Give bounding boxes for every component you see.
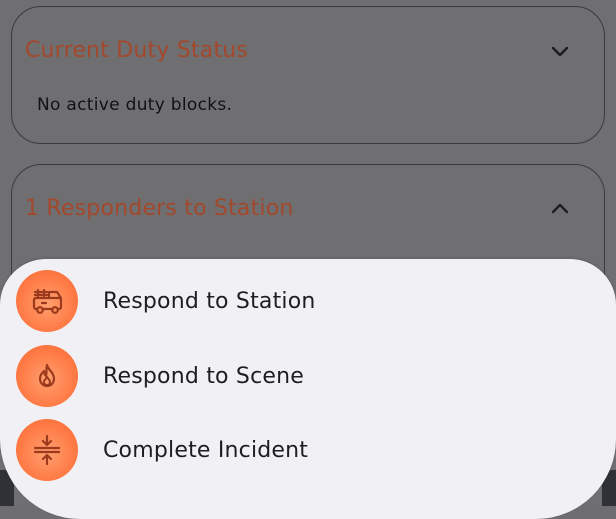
fire-truck-icon xyxy=(16,270,78,332)
respond-to-scene-label: Respond to Scene xyxy=(103,363,304,389)
respond-to-station-label: Respond to Station xyxy=(103,288,316,314)
duty-status-title: Current Duty Status xyxy=(25,38,249,63)
complete-incident-label: Complete Incident xyxy=(103,437,309,463)
app-screen: Current Duty Status No active duty block… xyxy=(0,0,616,519)
duty-status-card[interactable]: Current Duty Status No active duty block… xyxy=(11,6,605,144)
responders-title: 1 Responders to Station xyxy=(25,196,294,221)
flame-icon xyxy=(16,345,78,407)
complete-incident-button[interactable]: Complete Incident xyxy=(16,419,576,481)
chevron-down-icon[interactable] xyxy=(550,41,570,61)
compress-icon xyxy=(16,419,78,481)
duty-status-text: No active duty blocks. xyxy=(37,95,233,115)
respond-to-station-button[interactable]: Respond to Station xyxy=(16,270,576,332)
chevron-up-icon[interactable] xyxy=(550,199,570,219)
respond-to-scene-button[interactable]: Respond to Scene xyxy=(16,345,576,407)
